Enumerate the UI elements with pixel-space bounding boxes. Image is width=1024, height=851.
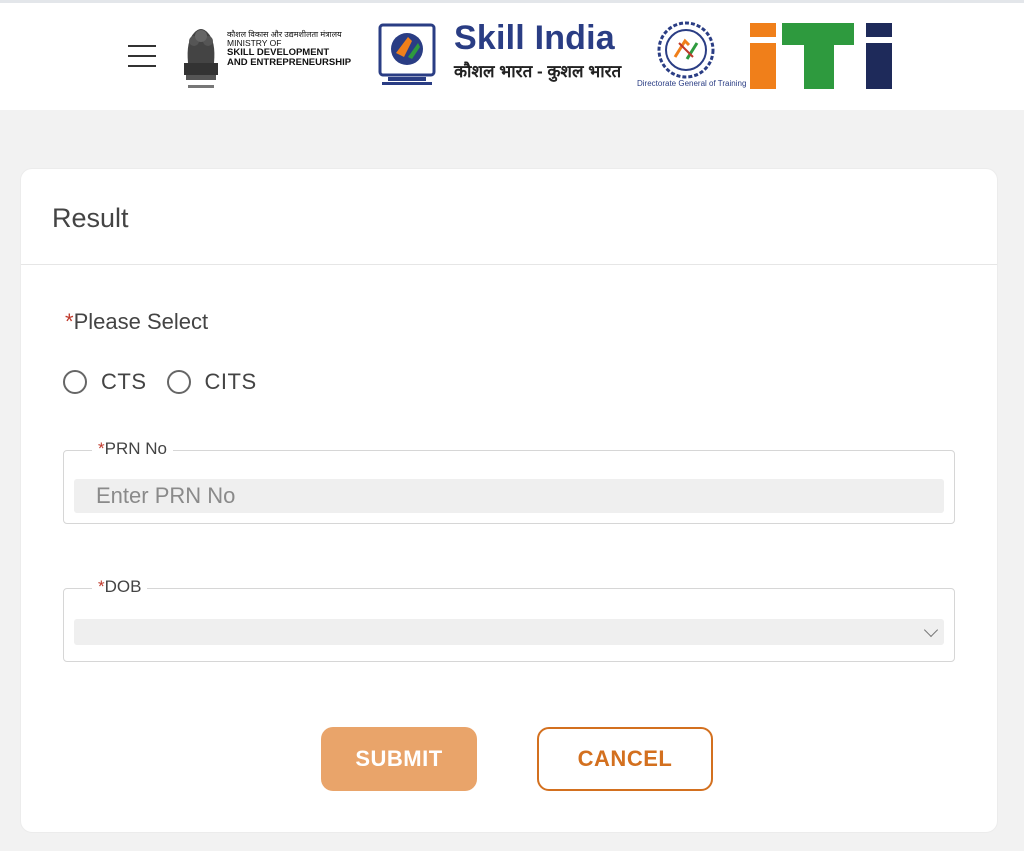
prn-label-text: PRN No [104,439,167,458]
course-type-radio-group: CTS CITS [63,369,277,395]
submit-button[interactable]: SUBMIT [321,727,477,791]
skill-india-subtitle: कौशल भारत - कुशल भारत [454,62,622,81]
page-title: Result [52,203,129,233]
required-mark: * [98,439,105,458]
skill-india-title: Skill India [454,19,615,57]
dob-field: *DOB [63,577,955,662]
radio-label-cts: CTS [101,369,147,394]
national-emblem-logo [184,29,218,88]
result-card: Result *Please Select CTS CITS *PRN No *… [20,168,998,833]
cancel-button[interactable]: CANCEL [537,727,713,791]
ministry-line3: AND ENTREPRENEURSHIP [227,57,352,69]
please-select-label: *Please Select [65,309,208,335]
prn-label: *PRN No [92,439,173,459]
skill-india-emblem-logo [378,23,436,85]
required-mark: * [65,309,74,334]
please-select-text: Please Select [73,309,209,334]
iti-logo [750,23,892,89]
radio-cts[interactable]: CTS [63,369,147,395]
dob-label-text: DOB [104,577,142,596]
menu-icon[interactable] [126,43,158,69]
radio-cits[interactable]: CITS [166,369,257,395]
dgt-logo [657,21,715,79]
skill-india-text: Skill India कौशल भारत - कुशल भारत [454,21,621,82]
dgt-caption: Directorate General of Training [637,79,747,88]
chevron-down-icon [923,622,939,638]
ministry-text: कौशल विकास और उद्यमशीलता मंत्रालय MINIST… [227,30,367,69]
prn-field: *PRN No [63,439,955,524]
top-header: कौशल विकास और उद्यमशीलता मंत्रालय MINIST… [0,0,1024,110]
radio-button-cits[interactable] [166,370,191,394]
dob-select[interactable] [74,619,944,645]
card-header: Result [21,169,997,265]
dob-label: *DOB [92,577,148,597]
radio-button-cts[interactable] [63,370,87,394]
radio-label-cits: CITS [204,369,257,394]
required-mark: * [98,577,105,596]
prn-input[interactable] [74,479,944,513]
